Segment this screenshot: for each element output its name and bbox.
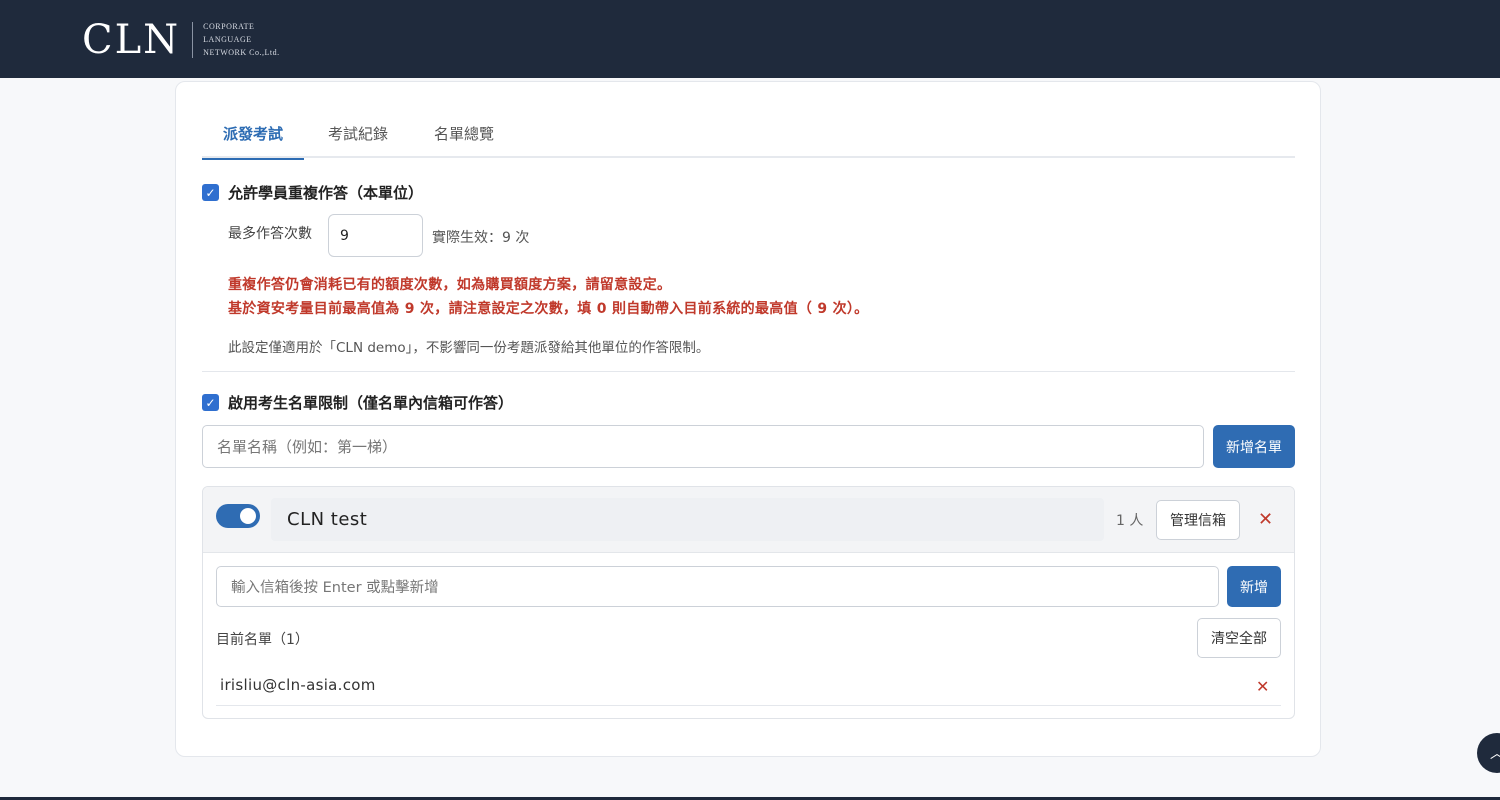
max-attempts-input[interactable]: 9	[328, 214, 423, 257]
roster-list-header: CLN test 1 人 管理信箱 ✕	[203, 487, 1294, 553]
tab-roster-overview[interactable]: 名單總覽	[420, 110, 508, 158]
tab-dispatch-exam[interactable]: 派發考試	[202, 110, 304, 160]
settings-card: 派發考試 考試紀錄 名單總覽 ✓ 允許學員重複作答（本單位） 最多作答次數 9 …	[175, 81, 1321, 757]
max-value-warning: 基於資安考量目前最高值為 9 次，請注意設定之次數，填 0 則自動帶入目前系統的…	[228, 301, 869, 317]
clear-all-button[interactable]: 清空全部	[1197, 618, 1281, 658]
list-name-input[interactable]: 名單名稱（例如：第一梯）	[202, 425, 1204, 468]
delete-list-close-icon[interactable]: ✕	[1258, 509, 1273, 530]
logo-subtitle: CORPORATE LANGUAGE NETWORK Co.,Ltd.	[203, 22, 280, 57]
email-row-divider	[216, 705, 1281, 706]
scope-note: 此設定僅適用於「CLN demo」，不影響同一份考題派發給其他單位的作答限制。	[228, 340, 710, 356]
email-input[interactable]: 輸入信箱後按 Enter 或點擊新增	[216, 566, 1219, 607]
remove-email-close-icon[interactable]: ✕	[1256, 677, 1269, 696]
quota-warning: 重複作答仍會消耗已有的額度次數，如為購買額度方案，請留意設定。	[228, 277, 672, 293]
member-count: 1 人	[1116, 513, 1144, 529]
section-divider	[202, 371, 1295, 372]
toggle-knob	[240, 508, 256, 524]
roster-restrict-checkbox[interactable]: ✓	[202, 394, 219, 411]
allow-repeat-label: 允許學員重複作答（本單位）	[228, 184, 424, 202]
chevron-up-icon: ︿	[1490, 743, 1500, 763]
list-enabled-toggle[interactable]	[216, 504, 260, 528]
company-logo[interactable]: CLN CORPORATE LANGUAGE NETWORK Co.,Ltd.	[82, 16, 280, 63]
allow-repeat-row: ✓ 允許學員重複作答（本單位）	[202, 182, 423, 203]
add-list-button[interactable]: 新增名單	[1213, 425, 1295, 468]
logo-mark: CLN	[82, 16, 181, 63]
manage-emails-button[interactable]: 管理信箱	[1156, 500, 1240, 540]
logo-divider	[192, 21, 194, 58]
add-email-button[interactable]: 新增	[1227, 566, 1281, 607]
tab-exam-records[interactable]: 考試紀錄	[314, 110, 402, 158]
current-list-label: 目前名單（1）	[216, 632, 309, 648]
top-navbar: CLN CORPORATE LANGUAGE NETWORK Co.,Ltd.	[0, 0, 1500, 78]
roster-restrict-row: ✓ 啟用考生名單限制（僅名單內信箱可作答）	[202, 392, 513, 413]
allow-repeat-checkbox[interactable]: ✓	[202, 184, 219, 201]
roster-list-panel: CLN test 1 人 管理信箱 ✕ 輸入信箱後按 Enter 或點擊新增 新…	[202, 486, 1295, 719]
email-list-item: irisliu@cln-asia.com	[220, 676, 376, 694]
tab-bar: 派發考試 考試紀錄 名單總覽	[202, 110, 1295, 160]
effective-attempts-text: 實際生效：9 次	[432, 230, 530, 246]
roster-restrict-label: 啟用考生名單限制（僅名單內信箱可作答）	[228, 394, 514, 412]
list-name-field[interactable]: CLN test	[271, 498, 1104, 541]
max-attempts-label: 最多作答次數	[228, 226, 312, 242]
scroll-to-top-button[interactable]: ︿	[1477, 733, 1500, 773]
